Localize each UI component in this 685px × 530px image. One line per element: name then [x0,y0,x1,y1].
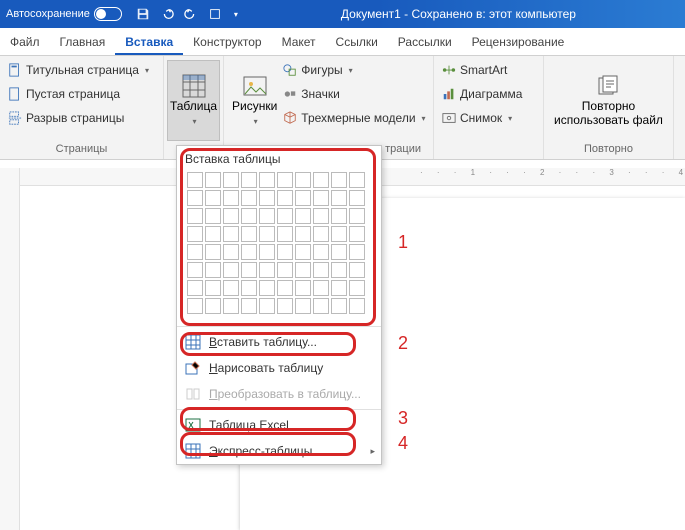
quick-tables-icon [185,443,201,459]
tab-file[interactable]: Файл [0,28,50,55]
draw-table-label: Нарисовать таблицу [209,361,323,375]
reuse-line1: Повторно [582,99,635,113]
cover-page-icon [8,63,22,77]
shapes-icon [283,63,297,77]
ruler-ticks: · · · 1 · · · 2 · · · 3 · · · 4 · · · 5 … [420,168,685,177]
tab-mailings[interactable]: Рассылки [388,28,462,55]
tab-references[interactable]: Ссылки [326,28,388,55]
blank-page-label: Пустая страница [26,87,120,101]
reuse-line2: использовать файл [554,113,663,127]
table-icon [182,74,206,98]
3dmodels-label: Трехмерные модели [301,111,415,125]
cover-page-label: Титульная страница [26,63,139,77]
pictures-icon [243,74,267,98]
chart-button[interactable]: Диаграмма [442,84,522,104]
chart-label: Диаграмма [460,87,522,101]
undo-icon[interactable] [160,7,174,21]
tab-home[interactable]: Главная [50,28,116,55]
save-icon[interactable] [136,7,150,21]
title-bar: Автосохранение ▾ Документ1 - Сохранено в… [0,0,685,28]
pictures-button-label: Рисунки [232,99,277,113]
redo-icon[interactable] [184,7,198,21]
cube3d-icon [283,111,297,125]
document-title: Документ1 - Сохранено в: этот компьютер [238,7,679,21]
annotation-4: 4 [398,433,408,454]
convert-to-table-menuitem: Преобразовать в таблицу... [177,381,381,407]
autosave-toggle[interactable]: Автосохранение [6,7,122,21]
screenshot-label: Снимок [460,111,502,125]
shapes-button[interactable]: Фигуры▾ [283,60,425,80]
table-button[interactable]: Таблица▾ [167,60,220,141]
vertical-ruler [0,168,20,530]
annotation-3: 3 [398,408,408,429]
page-break-label: Разрыв страницы [26,111,124,125]
autosave-label: Автосохранение [6,8,90,20]
table-dropdown-title: Вставка таблицы [177,146,381,170]
screenshot-button[interactable]: Снимок▾ [442,108,522,128]
shapes-label: Фигуры [301,63,342,77]
toggle-switch-icon [94,7,122,21]
smartart-button[interactable]: SmartArt [442,60,522,80]
convert-table-icon [185,386,201,402]
icons-icon [283,87,297,101]
insert-table-label: Вставить таблицу... [209,335,317,349]
table-icon [185,334,201,350]
table-button-label: Таблица [170,99,217,113]
chart-icon [442,87,456,101]
quick-tables-label: Экспресс-таблицы [209,444,312,458]
insert-table-menuitem[interactable]: Вставить таблицу... [177,329,381,355]
tab-insert[interactable]: Вставка [115,28,183,55]
ribbon-tabs: Файл Главная Вставка Конструктор Макет С… [0,28,685,56]
icons-label: Значки [301,87,340,101]
reuse-files-button[interactable]: Повторноиспользовать файл [554,60,664,141]
submenu-arrow-icon: ▸ [370,446,375,457]
table-size-grid[interactable] [177,170,381,324]
screenshot-icon [442,111,456,125]
smartart-label: SmartArt [460,63,507,77]
excel-table-label: Таблица Excel [209,418,289,432]
smartart-icon [442,63,456,77]
blank-page-icon [8,87,22,101]
convert-to-table-label: Преобразовать в таблицу... [209,387,361,401]
page-break-button[interactable]: Разрыв страницы [8,108,149,128]
quick-print-icon[interactable] [208,7,222,21]
excel-icon [185,417,201,433]
tab-design[interactable]: Конструктор [183,28,271,55]
page-break-icon [8,111,22,125]
blank-page-button[interactable]: Пустая страница [8,84,149,104]
excel-table-menuitem[interactable]: Таблица Excel [177,412,381,438]
annotation-2: 2 [398,333,408,354]
draw-table-icon [185,360,201,376]
table-dropdown: Вставка таблицы Вставить таблицу... Нари… [176,145,382,465]
annotation-1: 1 [398,232,408,253]
icons-button[interactable]: Значки [283,84,425,104]
reuse-files-icon [597,74,621,98]
reuse-group-label: Повторно использоват [552,141,665,157]
pages-group-label: Страницы [8,141,155,157]
cover-page-button[interactable]: Титульная страница▾ [8,60,149,80]
quick-tables-menuitem[interactable]: Экспресс-таблицы ▸ [177,438,381,464]
tab-review[interactable]: Рецензирование [462,28,575,55]
tab-layout[interactable]: Макет [272,28,326,55]
pictures-button[interactable]: Рисунки▾ [232,60,277,141]
3dmodels-button[interactable]: Трехмерные модели▾ [283,108,425,128]
draw-table-menuitem[interactable]: Нарисовать таблицу [177,355,381,381]
quick-access-toolbar: ▾ [136,7,238,21]
